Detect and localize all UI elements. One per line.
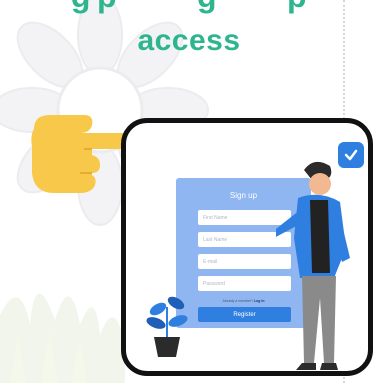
potted-plant-illustration xyxy=(146,296,188,357)
illustration-frame: Sign up Already a member? Log in Registe… xyxy=(121,118,373,376)
headline-fragment: g xyxy=(197,0,217,15)
subheadline: access xyxy=(137,24,241,57)
person-illustration xyxy=(276,161,350,370)
check-badge-icon xyxy=(338,142,364,168)
headline-fragment: g xyxy=(71,0,91,15)
headline-fragment: p xyxy=(97,0,117,15)
page: gpgp access Sign up Already a member? Lo… xyxy=(0,0,378,383)
grass-background xyxy=(0,293,125,383)
login-link[interactable]: Log in xyxy=(254,299,265,303)
headline-fragment: p xyxy=(287,0,307,15)
headline-cropped: gpgp xyxy=(0,0,378,18)
signin-prefix: Already a member? xyxy=(222,299,254,303)
